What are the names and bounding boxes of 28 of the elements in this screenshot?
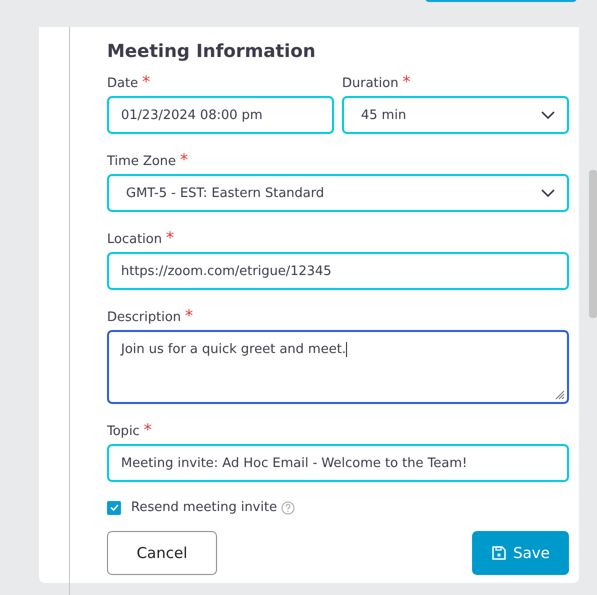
help-icon[interactable]	[281, 500, 296, 514]
chevron-down-icon	[541, 189, 555, 197]
field-label: Topic	[107, 423, 140, 441]
required-marker: *	[185, 306, 194, 325]
check-icon	[110, 504, 118, 511]
required-marker: *	[180, 150, 188, 169]
input-field[interactable]: https://zoom.com/etrigue/12345	[107, 252, 569, 290]
text-area[interactable]: Join us for a quick greet and meet.	[107, 330, 569, 404]
field-label: Description	[107, 309, 182, 327]
scrollbar[interactable]	[589, 170, 597, 318]
field-label: Duration	[342, 75, 398, 93]
field-label: Time Zone	[107, 153, 176, 171]
chevron-down-icon	[541, 111, 555, 119]
required-marker: *	[142, 72, 150, 91]
required-marker: *	[402, 72, 410, 91]
cancel-button[interactable]: Cancel	[107, 531, 217, 575]
resize-grip-icon[interactable]	[555, 390, 565, 400]
dropdown[interactable]: 45 min	[342, 96, 569, 134]
section-title: Meeting Information	[107, 40, 317, 64]
input-field[interactable]: 01/23/2024 08:00 pm	[107, 96, 334, 134]
dropdown[interactable]: GMT-5 - EST: Eastern Standard	[107, 174, 569, 212]
checkbox-label: Resend meeting invite	[131, 500, 278, 515]
field-label: Location	[107, 231, 162, 249]
required-marker: *	[144, 420, 152, 439]
field-label: Date	[107, 75, 138, 93]
checkbox[interactable]	[107, 500, 121, 514]
input-field[interactable]: Meeting invite: Ad Hoc Email - Welcome to the Team!	[107, 444, 569, 482]
required-marker: *	[166, 228, 174, 247]
